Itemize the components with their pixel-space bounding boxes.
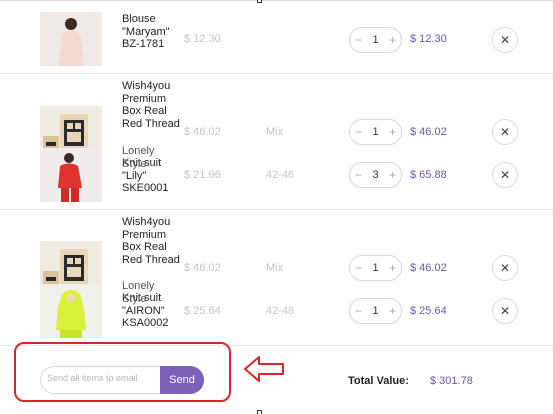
- unit-price: $ 46.02: [184, 262, 221, 274]
- remove-item-button[interactable]: ✕: [492, 298, 518, 324]
- increase-quantity-button[interactable]: +: [389, 33, 396, 47]
- close-icon: ✕: [499, 304, 511, 318]
- total-value: $ 301.78: [430, 375, 473, 387]
- line-total: $ 25.64: [410, 305, 447, 317]
- unit-price: $ 12.30: [184, 33, 221, 45]
- close-icon: ✕: [499, 168, 511, 182]
- remove-item-button[interactable]: ✕: [492, 255, 518, 281]
- remove-item-button[interactable]: ✕: [492, 27, 518, 53]
- product-image[interactable]: [40, 12, 102, 66]
- close-icon: ✕: [499, 33, 511, 47]
- quantity-stepper[interactable]: − 1 +: [349, 298, 402, 324]
- increase-quantity-button[interactable]: +: [389, 168, 396, 182]
- product-overlay-text: Lonely Style: [122, 280, 155, 305]
- unit-price: $ 25.64: [184, 305, 221, 317]
- size-value: Mix: [266, 262, 284, 274]
- product-overlay-text: Lonely Style: [122, 145, 155, 170]
- quantity-stepper[interactable]: − 1 +: [349, 255, 402, 281]
- remove-item-button[interactable]: ✕: [492, 119, 518, 145]
- quantity-stepper[interactable]: − 1 +: [349, 27, 402, 53]
- close-icon: ✕: [499, 125, 511, 139]
- increase-quantity-button[interactable]: +: [389, 261, 396, 275]
- row-divider: [0, 209, 553, 210]
- line-total: $ 46.02: [410, 126, 447, 138]
- line-total: $ 65.88: [410, 169, 447, 181]
- increase-quantity-button[interactable]: +: [389, 304, 396, 318]
- size-value: 42-46: [266, 169, 295, 181]
- close-icon: ✕: [499, 261, 511, 275]
- resize-handle-top[interactable]: [257, 0, 262, 3]
- product-name[interactable]: Blouse "Maryam" BZ-1781: [122, 13, 180, 51]
- product-image[interactable]: [40, 148, 102, 202]
- unit-price: $ 46.02: [184, 126, 221, 138]
- product-image[interactable]: [40, 284, 102, 338]
- product-name[interactable]: Wish4you Premium Box Real Red Thread: [122, 216, 180, 266]
- product-name[interactable]: Wish4you Premium Box Real Red Thread: [122, 80, 180, 130]
- email-field[interactable]: [47, 373, 162, 383]
- resize-handle-bottom[interactable]: [257, 410, 262, 414]
- line-total: $ 46.02: [410, 262, 447, 274]
- annotation-arrow-icon: [244, 356, 284, 382]
- line-total: $ 12.30: [410, 33, 447, 45]
- size-value: 42-48: [266, 305, 295, 317]
- unit-price: $ 21.96: [184, 169, 221, 181]
- send-button[interactable]: Send: [160, 366, 204, 394]
- quantity-stepper[interactable]: − 3 +: [349, 162, 402, 188]
- row-divider: [0, 73, 553, 74]
- increase-quantity-button[interactable]: +: [389, 125, 396, 139]
- remove-item-button[interactable]: ✕: [492, 162, 518, 188]
- quantity-stepper[interactable]: − 1 +: [349, 119, 402, 145]
- total-label: Total Value:: [348, 375, 409, 387]
- size-value: Mix: [266, 126, 284, 138]
